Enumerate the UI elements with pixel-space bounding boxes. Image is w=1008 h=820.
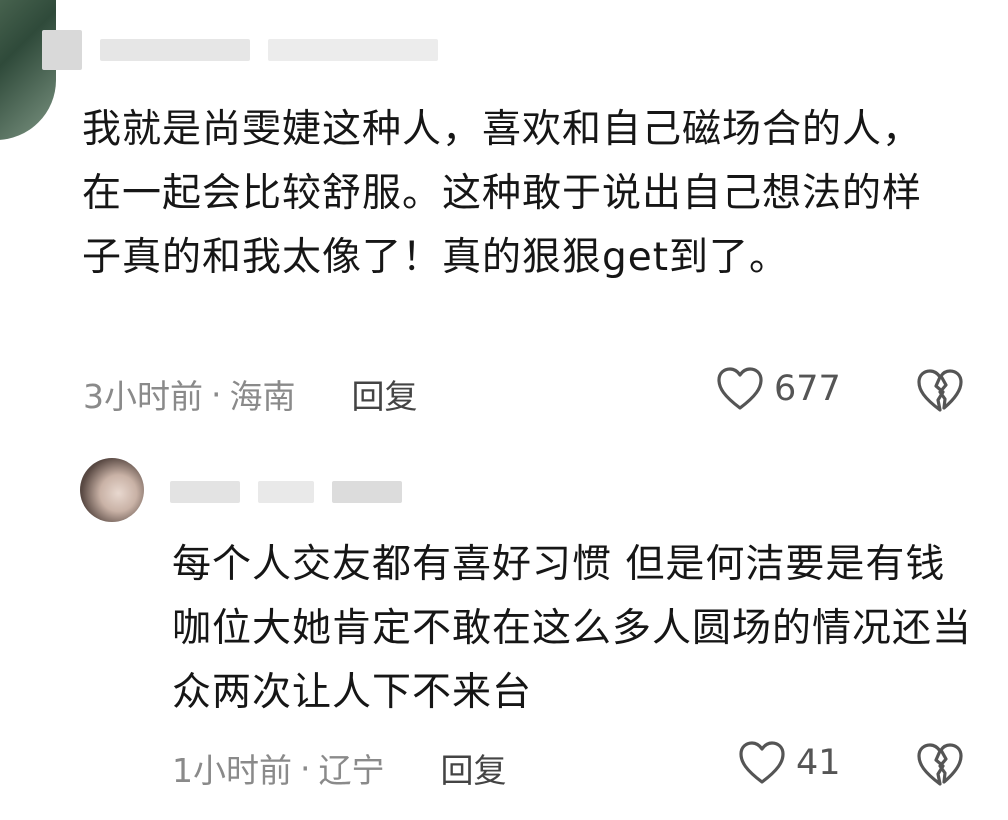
like-count: 41 [796, 743, 841, 783]
like-button[interactable]: 677 [716, 366, 841, 412]
like-count: 677 [774, 369, 841, 409]
separator-dot: · [300, 748, 311, 788]
separator-dot: · [211, 374, 222, 414]
dislike-button[interactable] [916, 368, 964, 418]
reply-button[interactable]: 回复 [441, 744, 507, 792]
broken-heart-icon [917, 743, 963, 786]
heart-icon [739, 741, 785, 784]
comment-meta: 1小时前 · 辽宁 回复 [172, 744, 507, 792]
comment-text: 我就是尚雯婕这种人，喜欢和自己磁场合的人，在一起会比较舒服。这种敢于说出自己想法… [82, 107, 923, 280]
like-button[interactable]: 41 [738, 740, 841, 786]
comment-time: 1小时前 [172, 751, 292, 790]
comment-location: 海南 [229, 377, 296, 416]
comment-meta: 3小时前 · 海南 回复 [83, 370, 418, 418]
broken-heart-icon [917, 369, 963, 412]
dislike-button[interactable] [916, 742, 964, 792]
heart-icon [717, 367, 763, 410]
username-blurred[interactable] [170, 481, 402, 503]
comment-location: 辽宁 [318, 751, 385, 790]
comment-text: 每个人交友都有喜好习惯 但是何洁要是有钱咖位大她肯定不敢在这么多人圆场的情况还当… [172, 542, 973, 715]
avatar[interactable] [80, 458, 144, 522]
username-blurred[interactable] [42, 30, 438, 70]
comment-time: 3小时前 [83, 377, 203, 416]
avatar[interactable] [0, 0, 56, 140]
reply-button[interactable]: 回复 [352, 370, 418, 418]
